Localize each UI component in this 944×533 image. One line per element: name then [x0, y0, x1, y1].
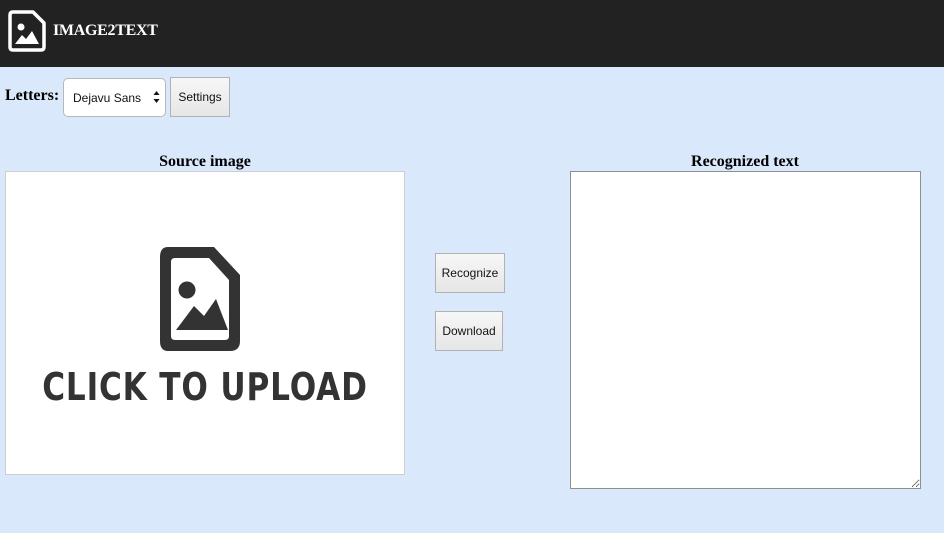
- settings-button[interactable]: Settings: [170, 77, 230, 117]
- app-header: IMAGE2TEXT: [0, 0, 944, 67]
- select-arrows-icon: [153, 91, 160, 103]
- font-select[interactable]: Dejavu Sans: [63, 78, 166, 117]
- recognized-text-title: Recognized text: [691, 153, 799, 170]
- upload-area[interactable]: CLICK TO UPLOAD: [5, 171, 405, 475]
- download-button[interactable]: Download: [435, 311, 503, 351]
- source-image-title: Source image: [159, 153, 251, 170]
- upload-label: CLICK TO UPLOAD: [42, 365, 368, 409]
- image-file-icon: [8, 10, 46, 52]
- font-select-value: Dejavu Sans: [73, 91, 142, 105]
- image-file-icon: [160, 247, 240, 351]
- recognize-button[interactable]: Recognize: [435, 253, 505, 293]
- letters-label: Letters:: [5, 87, 60, 104]
- app-title: IMAGE2TEXT: [53, 22, 158, 39]
- recognized-text-area[interactable]: [570, 171, 921, 489]
